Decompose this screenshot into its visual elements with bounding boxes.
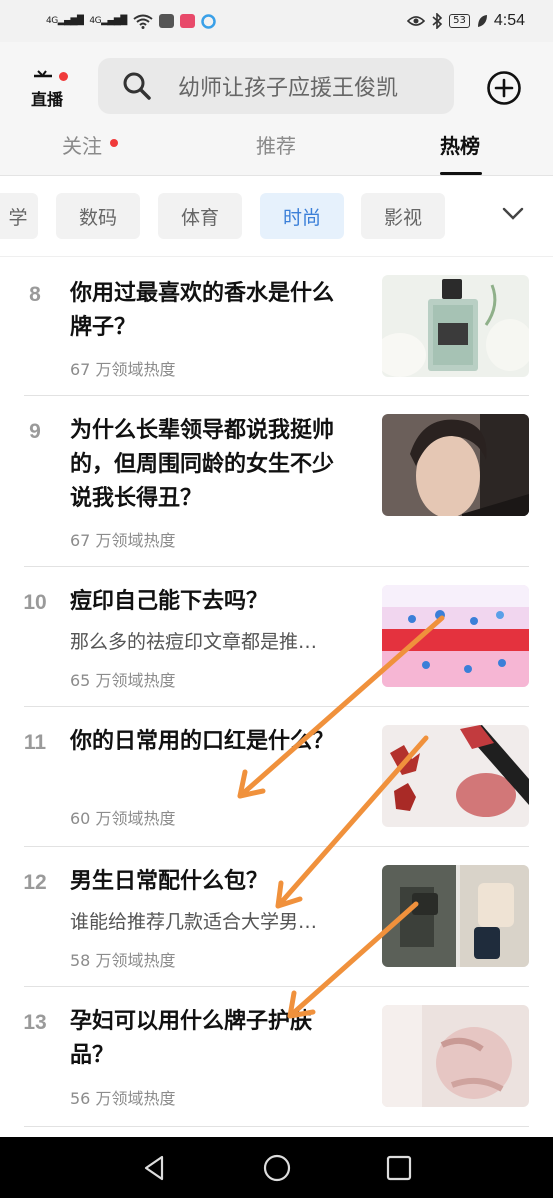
tab-recommend[interactable]: 推荐 xyxy=(256,130,296,176)
add-circle-icon[interactable] xyxy=(486,70,522,106)
eye-comfort-icon xyxy=(407,16,426,26)
item-title: 男生日常配什么包？ xyxy=(70,869,269,894)
pregnant-belly-image xyxy=(382,1005,529,1107)
skin-diagram-image xyxy=(382,585,529,687)
list-item[interactable]: 13 孕妇可以用什么牌子护肤品？ 56 万领域热度 xyxy=(0,987,553,1126)
category-chip-label: 学 xyxy=(8,206,28,229)
item-subtitle: 那么多的祛痘印文章都是推… xyxy=(70,631,318,653)
item-heat: 58 万领域热度 xyxy=(70,951,176,970)
category-chip-label: 数码 xyxy=(78,206,117,229)
tv-icon xyxy=(34,70,52,78)
item-rank: 8 xyxy=(29,283,41,306)
item-subtitle: 谁能给推荐几款适合大学男… xyxy=(70,911,318,933)
search-icon xyxy=(123,72,151,100)
item-heat: 56 万领域热度 xyxy=(70,1089,176,1108)
category-chip-label: 影视 xyxy=(383,206,422,229)
list-item[interactable]: 10 痘印自己能下去吗？ 那么多的祛痘印文章都是推… 65 万领域热度 xyxy=(0,567,553,706)
item-rank: 9 xyxy=(29,420,41,443)
cellular-signal-1-icon: 4G▂▄▆█ xyxy=(46,15,84,26)
item-heat: 65 万领域热度 xyxy=(70,671,176,690)
list-item[interactable]: 12 男生日常配什么包？ 谁能给推荐几款适合大学男… 58 万领域热度 xyxy=(0,847,553,986)
tab-hot-list-label: 热榜 xyxy=(440,134,480,158)
young-man-portrait-image xyxy=(382,414,529,516)
active-tab-underline xyxy=(440,172,482,175)
category-chip-sports[interactable]: 体育 xyxy=(158,193,242,239)
battery-icon: 53 xyxy=(449,14,470,28)
chevron-down-icon[interactable] xyxy=(496,201,530,227)
browser-notification-icon xyxy=(201,13,216,29)
signal-1-label: 4G xyxy=(46,15,58,26)
item-heat: 67 万领域热度 xyxy=(70,531,176,550)
item-rank: 12 xyxy=(23,871,47,894)
recents-square-icon[interactable] xyxy=(382,1151,416,1185)
category-chip-digital[interactable]: 数码 xyxy=(56,193,140,239)
status-left: 4G▂▄▆█ 4G▂▄▆█ xyxy=(46,13,216,29)
item-title: 孕妇可以用什么牌子护肤品？ xyxy=(70,1009,313,1068)
hot-list: 8 你用过最喜欢的香水是什么牌子？ 67 万领域热度 9 为什么长辈领导都说我挺… xyxy=(0,257,553,1137)
search-placeholder: 幼师让孩子应援王俊凯 xyxy=(178,76,399,101)
item-title: 痘印自己能下去吗？ xyxy=(70,589,269,614)
status-bar: 4G▂▄▆█ 4G▂▄▆█ 53 4:54 xyxy=(0,0,553,42)
item-rank: 13 xyxy=(23,1011,47,1034)
item-rank: 11 xyxy=(23,731,47,754)
list-divider xyxy=(24,1126,529,1127)
item-title: 你用过最喜欢的香水是什么牌子？ xyxy=(70,281,335,340)
follow-red-dot xyxy=(110,139,118,147)
top-tabs: 关注 推荐 热榜 xyxy=(0,130,553,176)
list-item[interactable]: 8 你用过最喜欢的香水是什么牌子？ 67 万领域热度 xyxy=(0,257,553,395)
app-header: 直播 幼师让孩子应援王俊凯 关注 推荐 热榜 xyxy=(0,42,553,176)
item-heat: 60 万领域热度 xyxy=(70,809,176,828)
category-chip-partial[interactable]: 学 xyxy=(0,193,38,239)
tab-follow-label: 关注 xyxy=(62,134,102,158)
live-red-dot xyxy=(59,72,68,81)
category-chip-fashion[interactable]: 时尚 xyxy=(260,193,344,239)
signal-2-label: 4G xyxy=(89,15,102,26)
app-notification-icon xyxy=(179,14,195,28)
item-heat: 67 万领域热度 xyxy=(70,360,176,379)
status-right: 53 4:54 xyxy=(407,12,525,30)
live-label: 直播 xyxy=(31,90,64,109)
wifi-icon xyxy=(133,14,153,29)
item-title: 你的日常用的口红是什么？ xyxy=(70,729,335,754)
item-title: 为什么长辈领导都说我挺帅的，但周围同龄的女生不少说我长得丑？ xyxy=(70,418,335,511)
tab-recommend-label: 推荐 xyxy=(256,134,296,158)
category-bar: 学 数码 体育 时尚 影视 xyxy=(0,177,553,257)
battery-level: 53 xyxy=(453,15,466,26)
clock: 4:54 xyxy=(493,12,525,29)
leaf-icon xyxy=(477,15,487,27)
category-chip-film[interactable]: 影视 xyxy=(361,193,445,239)
lipstick-swatch-image xyxy=(382,725,529,827)
system-nav-bar xyxy=(0,1137,553,1198)
list-item[interactable]: 11 你的日常用的口红是什么？ 60 万领域热度 xyxy=(0,707,553,846)
gallery-notification-icon xyxy=(158,14,174,28)
item-rank: 10 xyxy=(23,591,47,614)
live-button[interactable]: 直播 xyxy=(28,68,72,109)
tab-hot-list[interactable]: 热榜 xyxy=(440,130,480,176)
cellular-signal-2-icon: 4G▂▄▆█ xyxy=(89,15,127,26)
category-chip-label: 时尚 xyxy=(282,206,321,229)
bluetooth-icon xyxy=(432,13,443,29)
category-chip-label: 体育 xyxy=(180,206,219,229)
home-circle-icon[interactable] xyxy=(260,1151,294,1185)
list-item[interactable]: 9 为什么长辈领导都说我挺帅的，但周围同龄的女生不少说我长得丑？ 67 万领域热… xyxy=(0,396,553,566)
bags-outfit-image xyxy=(382,865,529,967)
perfume-bottle-image xyxy=(382,275,529,377)
tab-follow[interactable]: 关注 xyxy=(62,130,118,176)
back-triangle-icon[interactable] xyxy=(137,1151,171,1185)
search-input[interactable]: 幼师让孩子应援王俊凯 xyxy=(98,58,454,114)
